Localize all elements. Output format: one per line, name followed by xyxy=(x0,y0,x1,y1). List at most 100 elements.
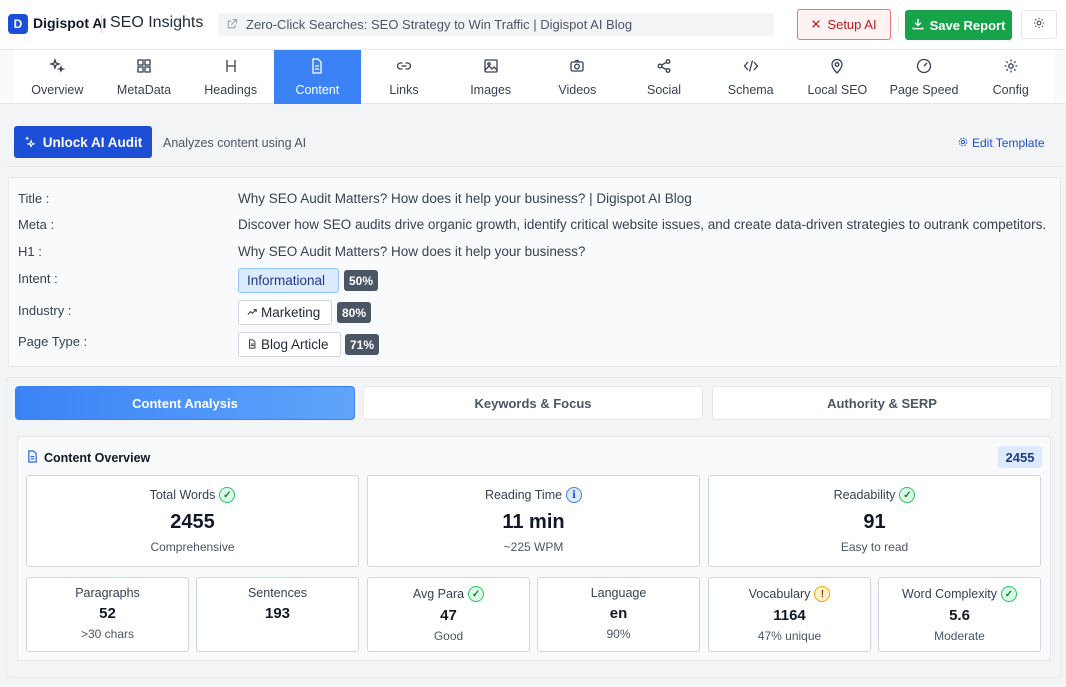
theme-toggle-button[interactable] xyxy=(1021,10,1057,39)
metric-card-readability: Readability ✓ 91 Easy to read xyxy=(708,475,1041,567)
tab-schema[interactable]: Schema xyxy=(707,50,794,104)
metric-label: Word Complexity xyxy=(902,587,997,601)
industry-confidence-badge: 80% xyxy=(337,302,372,323)
link-icon xyxy=(396,58,412,77)
gear-icon xyxy=(1003,58,1019,77)
page-url-bar[interactable]: Zero-Click Searches: SEO Strategy to Win… xyxy=(218,13,774,36)
warning-icon: ! xyxy=(814,586,831,602)
tab-page-speed[interactable]: Page Speed xyxy=(881,50,968,104)
metric-value: 91 xyxy=(863,511,886,533)
metric-subtext: Good xyxy=(433,629,464,643)
metric-label-row: Word Complexity ✓ xyxy=(902,586,1017,602)
industry-value: Marketing xyxy=(261,305,321,320)
metric-label-row: Vocabulary! xyxy=(749,586,831,602)
word-count-badge: 2455 xyxy=(998,446,1042,468)
industry-chip: Marketing xyxy=(238,300,332,325)
location-pin-icon xyxy=(829,58,845,77)
tab-label: Schema xyxy=(727,82,774,97)
h1-value: Why SEO Audit Matters? How does it help … xyxy=(238,244,586,259)
metric-label: Reading Time xyxy=(484,488,563,502)
tab-headings[interactable]: Headings xyxy=(187,50,274,104)
content-overview-title: Content Overview xyxy=(44,451,151,465)
edit-template-label: Edit Template xyxy=(972,136,1045,150)
metric-card-avg-para: Avg Para ✓ 47 Good xyxy=(367,577,530,652)
h1-label: H1 : xyxy=(18,244,42,259)
metric-card-language: Language en 90% xyxy=(537,577,700,652)
metric-label: Sentences xyxy=(247,586,308,600)
tab-label: Page Speed xyxy=(889,82,959,97)
unlock-ai-audit-button[interactable]: Unlock AI Audit xyxy=(14,126,152,158)
metric-subtext: 90% xyxy=(606,627,631,641)
image-icon xyxy=(483,58,499,77)
metric-value: 1164 xyxy=(773,607,806,624)
save-report-label: Save Report xyxy=(929,17,1006,33)
metric-value: 193 xyxy=(264,605,291,622)
subtab-keywords-focus[interactable]: Keywords & Focus xyxy=(363,386,703,420)
tab-label: Content xyxy=(295,82,340,97)
check-icon: ✓ xyxy=(219,487,236,503)
check-icon: ✓ xyxy=(468,586,485,602)
tab-label: Overview xyxy=(31,82,84,97)
metric-label: Total Words xyxy=(149,488,216,502)
external-link-icon xyxy=(226,18,240,32)
tab-label: Headings xyxy=(204,82,258,97)
metric-subtext: Comprehensive xyxy=(150,540,235,554)
metric-label: Avg Para xyxy=(412,587,465,601)
save-report-button[interactable]: Save Report xyxy=(905,10,1012,40)
document-icon xyxy=(247,337,257,352)
meta-label: Meta : xyxy=(18,217,55,232)
tab-content[interactable]: Content xyxy=(274,50,361,104)
app-title: SEO Insights xyxy=(110,14,204,31)
metric-label: Language xyxy=(590,586,647,600)
download-icon xyxy=(912,18,924,33)
share-icon xyxy=(656,58,672,77)
metric-value: 5.6 xyxy=(949,607,970,624)
content-overview-heading: Content Overview xyxy=(27,450,150,466)
brand-logo: D xyxy=(8,14,28,34)
metric-label: Paragraphs xyxy=(75,586,140,600)
metric-value: 2455 xyxy=(170,511,215,533)
metric-card-vocabulary: Vocabulary! 1164 47% unique xyxy=(708,577,871,652)
edit-template-link[interactable]: Edit Template xyxy=(958,136,1045,150)
subtab-content-analysis[interactable]: Content Analysis xyxy=(15,386,355,420)
metric-card-paragraphs: Paragraphs 52 >30 chars xyxy=(26,577,189,652)
document-icon xyxy=(27,450,38,466)
metric-card-reading-time: Reading Time i 11 min ~225 WPM xyxy=(367,475,700,567)
page-type-label: Page Type : xyxy=(18,334,88,349)
sun-icon xyxy=(1033,17,1045,32)
tab-local-seo[interactable]: Local SEO xyxy=(794,50,881,104)
page-url-text: Zero-Click Searches: SEO Strategy to Win… xyxy=(246,17,633,32)
close-icon xyxy=(811,17,821,32)
tab-images[interactable]: Images xyxy=(447,50,534,104)
check-icon: ✓ xyxy=(899,487,916,503)
tab-label: Links xyxy=(389,82,419,97)
brand-name: Digispot AI xyxy=(33,15,107,31)
tab-videos[interactable]: Videos xyxy=(534,50,621,104)
meta-description-value: Discover how SEO audits drive organic gr… xyxy=(238,217,1047,232)
tab-social[interactable]: Social xyxy=(621,50,708,104)
tab-label: Local SEO xyxy=(807,82,868,97)
gauge-icon xyxy=(916,58,932,77)
intent-label: Intent : xyxy=(18,271,58,286)
camera-icon xyxy=(569,58,585,77)
metric-value: 47 xyxy=(440,607,457,624)
page-type-chip: Blog Article xyxy=(238,332,341,357)
top-header: D Digispot AI SEO Insights Zero-Click Se… xyxy=(0,0,1066,50)
code-icon xyxy=(743,58,759,77)
metric-label-row: Language xyxy=(591,586,647,600)
setup-ai-button[interactable]: Setup AI xyxy=(797,9,891,40)
metric-value: 11 min xyxy=(502,511,565,533)
sparkle-icon xyxy=(24,135,36,150)
metric-label: Vocabulary xyxy=(748,587,811,601)
divider xyxy=(101,15,102,33)
unlock-ai-audit-label: Unlock AI Audit xyxy=(42,134,143,150)
tab-config[interactable]: Config xyxy=(967,50,1054,104)
tab-links[interactable]: Links xyxy=(361,50,448,104)
tab-metadata[interactable]: MetaData xyxy=(101,50,188,104)
tab-label: Social xyxy=(647,82,682,97)
metric-label-row: Total Words ✓ xyxy=(150,487,236,503)
tab-overview[interactable]: Overview xyxy=(14,50,101,104)
subtab-authority-serp[interactable]: Authority & SERP xyxy=(712,386,1052,420)
document-icon xyxy=(309,57,325,77)
gear-icon xyxy=(958,136,968,150)
